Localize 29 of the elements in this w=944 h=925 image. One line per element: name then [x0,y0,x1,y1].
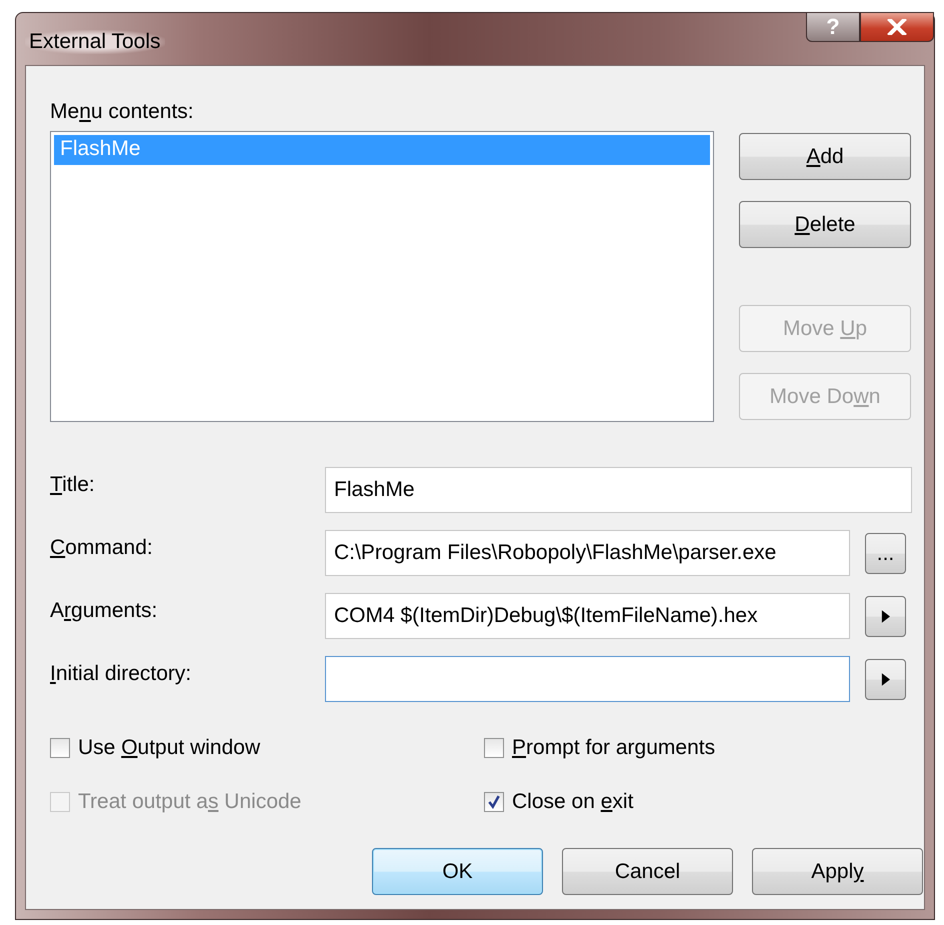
text-field[interactable]: COM4 $(ItemDir)Debug\$(ItemFileName).hex [325,593,850,639]
field-label: Arguments: [50,598,158,623]
checkbox[interactable] [484,792,504,812]
dialog-button[interactable]: Apply [752,848,923,895]
list-button[interactable]: Add [739,133,911,180]
close-button[interactable] [860,12,934,42]
field-label: Command: [50,535,153,560]
checkbox[interactable] [50,738,70,758]
checkbox-label: Close on exit [512,790,634,814]
browse-button[interactable]: ... [865,533,906,574]
checkbox[interactable] [484,738,504,758]
checkbox-label: Use Output window [78,736,260,760]
close-icon [887,19,907,35]
checkbox-label: Treat output as Unicode [78,790,302,814]
menu-button[interactable] [865,596,906,637]
text-field[interactable]: FlashMe [325,467,912,513]
dialog-button[interactable]: Cancel [562,848,733,895]
field-label: Initial directory: [50,661,192,686]
text-field[interactable]: C:\Program Files\Robopoly\FlashMe\parser.exe [325,530,850,576]
right-arrow-icon [881,673,890,686]
list-button[interactable]: Delete [739,201,911,248]
right-arrow-icon [881,610,890,623]
menu-button[interactable] [865,659,906,700]
list-label: Menu contents: [50,100,194,124]
window-title: External Tools [25,30,165,54]
dialog-button[interactable]: OK [372,848,543,895]
text-field[interactable] [325,656,850,702]
checkbox-label: Prompt for arguments [512,736,716,760]
field-label: Title: [50,472,95,497]
